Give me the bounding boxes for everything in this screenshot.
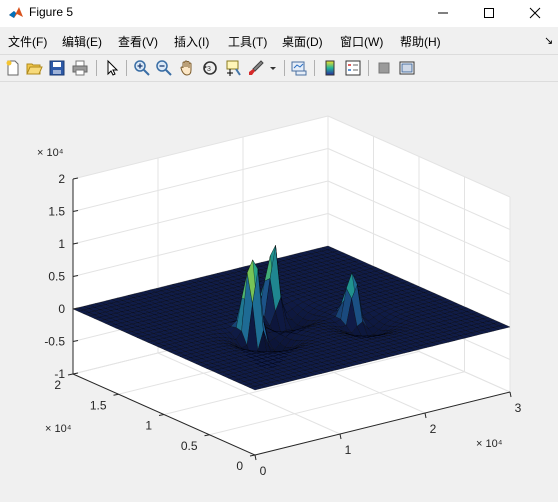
colorbar-icon[interactable] (321, 59, 339, 77)
figure-toolbar: 3 (0, 54, 558, 82)
y-tick (249, 454, 256, 457)
close-button[interactable] (512, 0, 558, 27)
maximize-icon (484, 8, 494, 18)
x-tick-label: 2 (430, 422, 437, 436)
z-exponent-label: × 10⁴ (37, 147, 64, 159)
y-tick (67, 373, 74, 376)
toolbar-separator (96, 60, 97, 76)
hide-plot-tools-icon[interactable] (375, 59, 393, 77)
title-bar: Figure 5 (0, 0, 558, 27)
menu-overflow-icon[interactable]: ↘ (544, 34, 553, 47)
y-tick (204, 434, 210, 437)
y-exponent-label: × 10⁴ (45, 423, 72, 435)
z-tick-label: 2 (58, 172, 65, 186)
x-tick-label: 0 (260, 464, 267, 478)
z-tick-label: 1 (58, 237, 65, 251)
x-tick (509, 391, 512, 398)
y-tick-label: 1.5 (90, 398, 107, 412)
menu-view[interactable]: 查看(V) (118, 33, 158, 50)
toolbar-separator (284, 60, 285, 76)
figure-canvas[interactable]: -1 -0.5 0 0.5 1 1.5 2 0 1 2 3 0 0.5 1 1.5 2 × 10⁴ × 10⁴ × … (0, 84, 558, 502)
data-cursor-icon[interactable] (224, 59, 242, 77)
pan-icon[interactable] (178, 59, 196, 77)
pointer-icon[interactable] (103, 59, 121, 77)
y-tick (158, 414, 165, 416)
close-icon (529, 7, 541, 19)
menu-desktop[interactable]: 桌面(D) (282, 33, 323, 50)
minimize-button[interactable] (420, 0, 466, 27)
surface-plot[interactable]: -1-0.500.511.52012300.511.52× 10⁴× 10⁴× … (0, 84, 558, 502)
menu-tools[interactable]: 工具(T) (228, 33, 267, 50)
legend-icon[interactable] (344, 59, 362, 77)
y-tick (113, 393, 119, 396)
zoom-in-icon[interactable] (133, 59, 151, 77)
x-exponent-label: × 10⁴ (476, 438, 503, 450)
menu-edit[interactable]: 编辑(E) (62, 33, 102, 50)
link-plot-icon[interactable] (290, 59, 308, 77)
x-tick-label: 1 (345, 443, 352, 457)
menu-bar: 文件(F) 编辑(E) 查看(V) 插入(I) 工具(T) 桌面(D) 窗口(W… (0, 30, 558, 52)
toolbar-separator (126, 60, 127, 76)
menu-window[interactable]: 窗口(W) (340, 33, 383, 50)
rotate-3d-icon[interactable]: 3 (201, 59, 219, 77)
menu-file[interactable]: 文件(F) (8, 33, 47, 50)
menu-insert[interactable]: 插入(I) (174, 33, 209, 50)
y-tick-label: 0 (236, 459, 243, 473)
minimize-icon (438, 12, 448, 14)
save-icon[interactable] (48, 59, 66, 77)
open-file-icon[interactable] (25, 59, 43, 77)
menu-help[interactable]: 帮助(H) (400, 33, 441, 50)
brush-dropdown-icon[interactable] (268, 59, 278, 77)
x-tick (424, 412, 427, 419)
brush-icon[interactable] (247, 59, 265, 77)
y-tick-label: 2 (54, 378, 61, 392)
window-title: Figure 5 (29, 5, 74, 19)
maximize-button[interactable] (466, 0, 512, 27)
z-tick-label: -0.5 (44, 335, 65, 349)
y-tick-label: 1 (145, 419, 152, 433)
print-icon[interactable] (71, 59, 89, 77)
x-tick-label: 3 (515, 401, 522, 415)
new-figure-icon[interactable] (4, 59, 22, 77)
matlab-icon (9, 7, 23, 18)
x-tick (339, 433, 342, 440)
y-tick-label: 0.5 (181, 439, 198, 453)
z-tick-label: 1.5 (48, 205, 65, 219)
svg-text:3: 3 (207, 66, 211, 73)
show-plot-tools-icon[interactable] (398, 59, 416, 77)
toolbar-separator (368, 60, 369, 76)
z-tick-label: 0.5 (48, 270, 65, 284)
z-tick-label: 0 (58, 302, 65, 316)
x-tick (254, 454, 257, 461)
toolbar-separator (314, 60, 315, 76)
zoom-out-icon[interactable] (155, 59, 173, 77)
